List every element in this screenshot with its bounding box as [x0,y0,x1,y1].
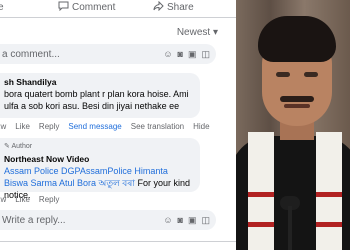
emoji-icon[interactable]: ☺ [163,49,172,60]
reply-author[interactable]: Northeast Now Video [4,153,194,165]
mouth [284,104,310,108]
right-eye [304,72,318,77]
reply-input-box[interactable]: ☺ ◙ ▣ ◫ [0,210,216,230]
divider [0,241,236,242]
post-action-bar: e Comment Share [0,0,236,16]
reply-reply-link[interactable]: Reply [39,195,59,204]
portrait-photo [236,0,350,250]
gif-icon[interactable]: ▣ [188,49,197,60]
reply-actions: 1w Like Reply [0,195,59,204]
sticker-icon[interactable]: ◫ [201,215,210,226]
sort-label: Newest [176,27,211,38]
author-badge: ✎ Author [4,141,194,153]
comment-input-box[interactable]: ☺ ◙ ▣ ◫ [0,44,216,64]
hair [258,16,336,62]
reply-like-link[interactable]: Like [15,195,30,204]
gamosa-left [248,132,274,250]
share-label: Share [167,1,194,13]
comment-time[interactable]: 1w [0,122,6,131]
hide-link[interactable]: Hide [193,122,209,131]
reply-input[interactable] [0,213,144,227]
facebook-comments-panel: e Comment Share Newest ▾ ☺ ◙ ▣ ◫ sh Shan… [0,0,236,250]
comment-input-icons: ☺ ◙ ▣ ◫ [163,49,210,60]
microphone-stand [288,206,292,250]
sort-dropdown[interactable]: Newest ▾ [177,27,218,38]
author-badge-icon: ✎ [4,143,10,150]
comment-author[interactable]: sh Shandilya [4,76,194,88]
reply-bubble: ✎ Author Northeast Now Video Assam Polic… [0,138,200,200]
comment-label: Comment [72,1,116,13]
gif-icon[interactable]: ▣ [188,215,197,226]
like-link[interactable]: Like [15,122,30,131]
like-label: e [0,1,4,13]
left-eye [276,72,290,77]
share-button[interactable]: Share [153,0,194,14]
divider [0,17,236,18]
comment-icon [58,1,69,14]
reply-link[interactable]: Reply [39,122,59,131]
chevron-down-icon: ▾ [212,27,218,38]
send-message-link[interactable]: Send message [68,122,121,131]
comment-button[interactable]: Comment [58,0,115,14]
share-icon [153,0,164,14]
moustache [280,96,314,102]
gamosa-right [316,132,342,250]
comment-actions: 1w Like Reply Send message See translati… [0,122,210,131]
reply-input-icons: ☺ ◙ ▣ ◫ [163,215,210,226]
like-button[interactable]: e [0,0,4,14]
emoji-icon[interactable]: ☺ [163,215,172,226]
reply-time[interactable]: 1w [0,195,6,204]
author-badge-label: Author [11,143,33,150]
comment-input[interactable] [0,47,144,61]
comment-bubble: sh Shandilya bora quatert bomb plant r p… [0,73,200,118]
comment-text: bora quatert bomb plant r plan kora hois… [4,89,189,111]
camera-icon[interactable]: ◙ [178,49,183,60]
see-translation-link[interactable]: See translation [131,122,184,131]
sticker-icon[interactable]: ◫ [201,49,210,60]
camera-icon[interactable]: ◙ [178,215,183,226]
